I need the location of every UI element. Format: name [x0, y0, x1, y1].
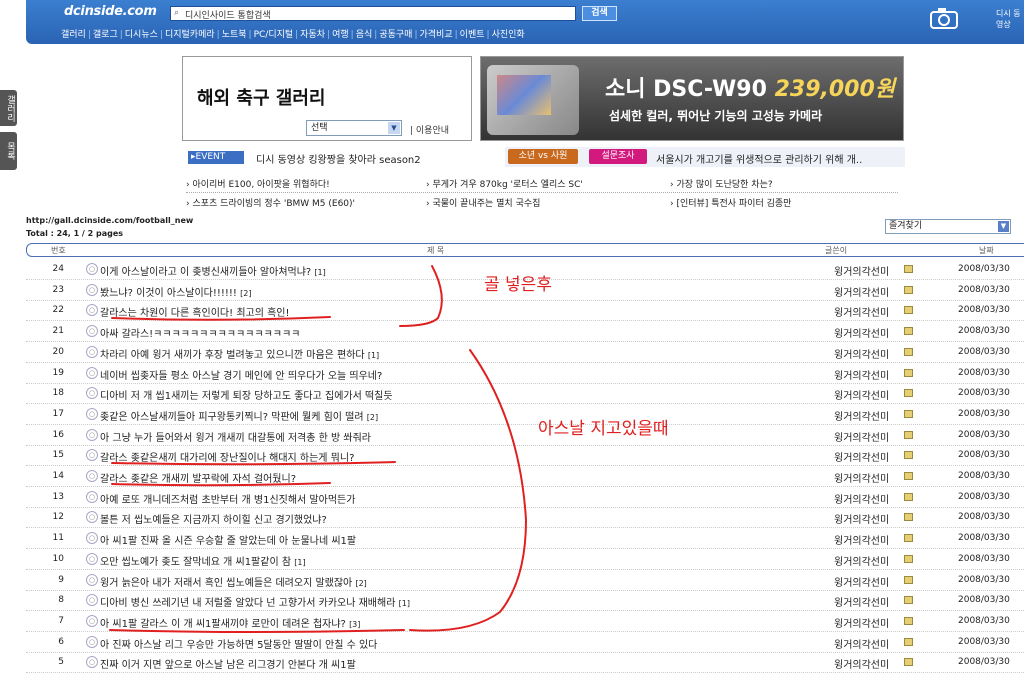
annotation-mid: 아스날 지고있을때	[538, 419, 669, 439]
bracket-mid	[409, 349, 528, 632]
annotation-top: 골 넣은후	[484, 275, 552, 295]
annotation-overlay	[109, 265, 528, 633]
underline-row-22	[111, 316, 331, 321]
underline-row-14	[111, 482, 331, 487]
bracket-top	[399, 265, 443, 327]
underline-row-15	[111, 461, 396, 466]
underline-row-7	[109, 629, 405, 633]
